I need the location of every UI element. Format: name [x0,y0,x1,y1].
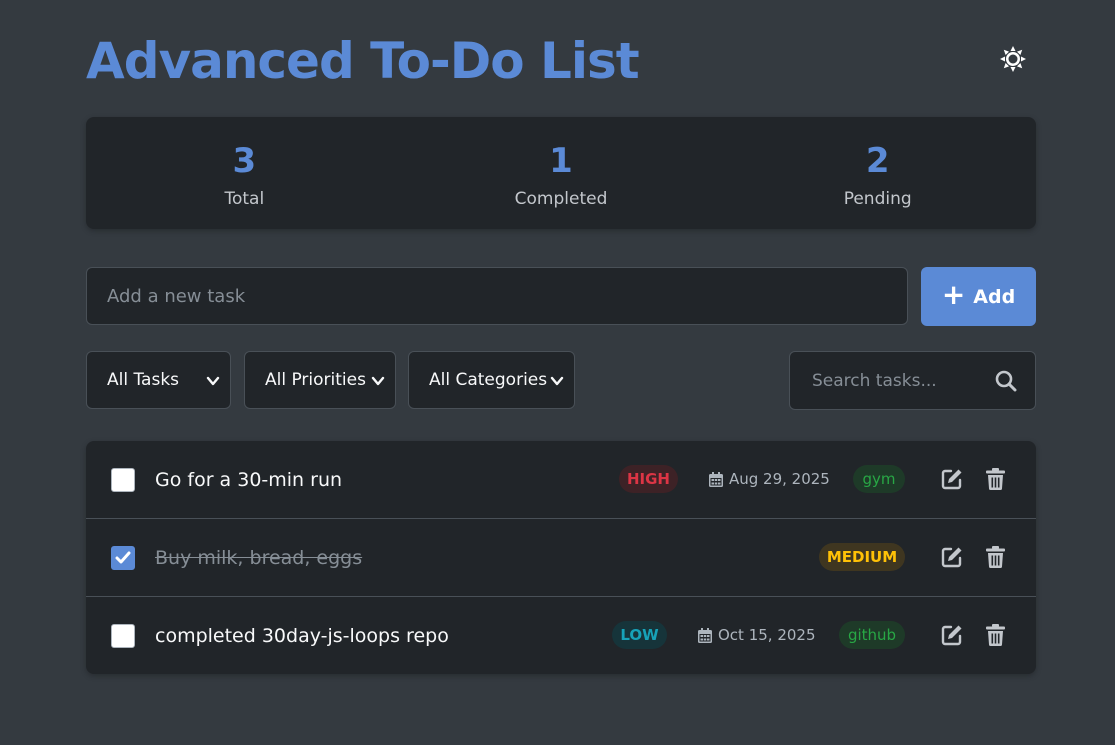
due-date: Oct 15, 2025 [698,626,816,644]
priority-badge: HIGH [619,465,678,493]
chevron-down-icon [550,376,564,386]
task-row: Buy milk, bread, eggs MEDIUM [86,519,1036,597]
stat-pending: 2 Pending [719,117,1036,229]
edit-icon[interactable] [941,468,963,490]
sun-icon [1000,46,1026,72]
due-date: Aug 29, 2025 [709,470,830,488]
stats-panel: 3 Total 1 Completed 2 Pending [86,117,1036,229]
edit-icon[interactable] [941,546,963,568]
task-checkbox[interactable] [111,546,135,570]
stat-total-value: 3 [232,141,257,181]
page-title: Advanced To-Do List [86,32,640,90]
due-date-text: Oct 15, 2025 [718,626,816,644]
add-button-label: Add [973,285,1016,308]
stat-total-label: Total [224,189,265,209]
chevron-down-icon [206,376,220,386]
status-filter-select[interactable]: All Tasks [86,351,231,409]
edit-icon[interactable] [941,624,963,646]
calendar-icon [709,471,723,487]
task-text: Buy milk, bread, eggs [155,547,363,569]
category-filter-select[interactable]: All Categories [408,351,575,409]
calendar-icon [698,627,712,643]
search-icon[interactable] [995,370,1017,392]
task-list: Go for a 30-min run HIGH Aug 29, 2025 gy… [86,441,1036,674]
trash-icon[interactable] [986,468,1005,490]
search-box [789,351,1036,410]
checkmark-icon [115,551,131,564]
task-text: completed 30day-js-loops repo [155,625,449,647]
stat-completed-value: 1 [549,141,573,181]
plus-icon: + [941,278,966,311]
stat-completed-label: Completed [514,189,608,209]
task-checkbox[interactable] [111,468,135,492]
category-tag: github [839,621,905,649]
new-task-input[interactable] [86,267,908,325]
due-date-text: Aug 29, 2025 [729,470,830,488]
category-filter-value: All Categories [429,370,548,390]
priority-badge: MEDIUM [819,543,905,571]
theme-toggle-button[interactable] [998,44,1028,74]
task-row: completed 30day-js-loops repo LOW Oct 15… [86,597,1036,674]
task-row: Go for a 30-min run HIGH Aug 29, 2025 gy… [86,441,1036,519]
task-text: Go for a 30-min run [155,469,343,491]
priority-filter-select[interactable]: All Priorities [244,351,396,409]
priority-badge: LOW [612,621,667,649]
search-input[interactable] [790,352,980,409]
stat-pending-value: 2 [865,141,890,181]
chevron-down-icon [371,376,385,386]
priority-filter-value: All Priorities [265,370,366,390]
status-filter-value: All Tasks [107,370,180,390]
stat-completed: 1 Completed [403,117,720,229]
task-checkbox[interactable] [111,624,135,648]
stat-pending-label: Pending [843,189,912,209]
trash-icon[interactable] [986,546,1005,568]
add-task-button[interactable]: + Add [921,267,1036,326]
trash-icon[interactable] [986,624,1005,646]
stat-total: 3 Total [86,117,403,229]
category-tag: gym [853,465,905,493]
